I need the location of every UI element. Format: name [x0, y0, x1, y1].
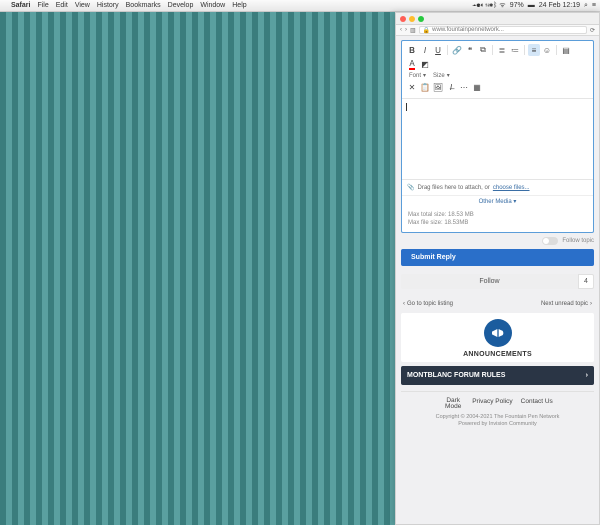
- text-cursor: [406, 103, 407, 111]
- copyright-text: Copyright © 2004-2021 The Fountain Pen N…: [403, 414, 592, 421]
- sidebar-icon[interactable]: ▥: [410, 27, 416, 34]
- menu-edit[interactable]: Edit: [56, 2, 68, 9]
- topic-nav: ‹ Go to topic listing Next unread topic …: [401, 295, 594, 313]
- window-titlebar[interactable]: [396, 13, 599, 25]
- safari-window: ‹ › ▥ 🔒 www.fountainpennetwork... ⟳ B I …: [395, 12, 600, 525]
- menu-window[interactable]: Window: [200, 2, 225, 9]
- chevron-right-icon: ›: [586, 372, 588, 379]
- editor-textarea[interactable]: [402, 99, 593, 179]
- desktop: ‹ › ▥ 🔒 www.fountainpennetwork... ⟳ B I …: [0, 12, 600, 525]
- battery-icon: ▬: [528, 2, 535, 9]
- align-icon[interactable]: ≡: [528, 44, 540, 56]
- insert-icon[interactable]: ▦: [471, 81, 483, 93]
- bgcolor-icon[interactable]: ◩: [419, 58, 431, 70]
- zoom-icon[interactable]: [418, 16, 424, 22]
- list-ul-icon[interactable]: ≣: [496, 44, 508, 56]
- link-icon[interactable]: 🔗: [451, 44, 463, 56]
- reload-icon[interactable]: ⟳: [590, 27, 595, 34]
- clipboard-icon[interactable]: 📋: [419, 81, 431, 93]
- announcements-card: ANNOUNCEMENTS: [401, 313, 594, 362]
- list-ol-icon[interactable]: ≔: [509, 44, 521, 56]
- remove-format-icon[interactable]: ✕: [406, 81, 418, 93]
- close-icon[interactable]: [400, 16, 406, 22]
- strike-icon[interactable]: I̶: [445, 81, 457, 93]
- forward-icon[interactable]: ›: [405, 27, 407, 33]
- code-icon[interactable]: ⧉: [477, 44, 489, 56]
- underline-icon[interactable]: U: [432, 44, 444, 56]
- announcements-heading: ANNOUNCEMENTS: [405, 351, 590, 358]
- max-file: Max file size: 18.53MB: [408, 219, 587, 227]
- emoji-icon[interactable]: ☺: [541, 44, 553, 56]
- follow-topic-row: Follow topic: [401, 237, 594, 245]
- follower-count[interactable]: 4: [578, 274, 594, 289]
- menu-bookmarks[interactable]: Bookmarks: [126, 2, 161, 9]
- menu-history[interactable]: History: [97, 2, 119, 9]
- dark-mode-link[interactable]: Dark Mode: [442, 398, 464, 411]
- follow-bar: Follow 4: [401, 274, 594, 289]
- page-footer: Dark Mode Privacy Policy Contact Us Copy…: [401, 391, 594, 430]
- menu-icon[interactable]: ≡: [592, 2, 596, 9]
- other-media-button[interactable]: Other Media ▾: [402, 195, 593, 207]
- separator: [447, 45, 448, 55]
- submit-reply-button[interactable]: Submit Reply: [401, 249, 594, 266]
- menu-develop[interactable]: Develop: [168, 2, 194, 9]
- next-unread-link[interactable]: Next unread topic ›: [541, 301, 592, 307]
- follow-label: Follow topic: [562, 238, 594, 244]
- macos-menubar: Safari File Edit View History Bookmarks …: [0, 0, 600, 12]
- size-select[interactable]: Size ▾: [430, 72, 453, 79]
- powered-text: Powered by Invision Community: [403, 421, 592, 428]
- forum-rules-link[interactable]: MONTBLANC FORUM RULES ›: [401, 366, 594, 385]
- menu-help[interactable]: Help: [232, 2, 246, 9]
- search-icon[interactable]: ⌕: [584, 2, 588, 10]
- font-select[interactable]: Font ▾: [406, 72, 429, 79]
- back-icon[interactable]: ‹: [400, 27, 402, 33]
- url-text: www.fountainpennetwork...: [432, 27, 504, 33]
- minimize-icon[interactable]: [409, 16, 415, 22]
- italic-icon[interactable]: I: [419, 44, 431, 56]
- textcolor-icon[interactable]: A: [406, 58, 418, 70]
- paperclip-icon: 📎: [407, 184, 414, 191]
- quote-icon[interactable]: ❝: [464, 44, 476, 56]
- follow-button[interactable]: Follow: [401, 274, 578, 289]
- more-icon[interactable]: ⋯: [458, 81, 470, 93]
- upload-limits: Max total size: 18.53 MB Max file size: …: [402, 207, 593, 232]
- image-icon[interactable]: 🖼: [432, 81, 444, 93]
- separator: [524, 45, 525, 55]
- attachment-bar[interactable]: 📎 Drag files here to attach, or choose f…: [402, 179, 593, 195]
- separator: [492, 45, 493, 55]
- choose-files-link[interactable]: choose files...: [493, 185, 530, 191]
- lock-icon: 🔒: [423, 27, 430, 34]
- editor-toolbar: B I U 🔗 ❝ ⧉ ≣ ≔ ≡ ☺ ▤: [402, 41, 593, 99]
- menu-view[interactable]: View: [75, 2, 90, 9]
- attach-text: Drag files here to attach, or: [417, 185, 489, 191]
- menu-file[interactable]: File: [37, 2, 48, 9]
- max-total: Max total size: 18.53 MB: [408, 211, 587, 219]
- reply-editor: B I U 🔗 ❝ ⧉ ≣ ≔ ≡ ☺ ▤: [401, 40, 594, 233]
- app-name[interactable]: Safari: [11, 2, 30, 9]
- clock: 24 Feb 12:19: [539, 2, 580, 9]
- privacy-link[interactable]: Privacy Policy: [472, 398, 512, 411]
- page-content: B I U 🔗 ❝ ⧉ ≣ ≔ ≡ ☺ ▤: [396, 36, 599, 524]
- contact-link[interactable]: Contact Us: [521, 398, 553, 411]
- preview-icon[interactable]: ▤: [560, 44, 572, 56]
- url-field[interactable]: 🔒 www.fountainpennetwork...: [419, 26, 587, 34]
- back-to-listing-link[interactable]: ‹ Go to topic listing: [403, 301, 453, 307]
- megaphone-icon: [484, 319, 512, 347]
- status-icons: ☁⚈◐⇅✱ᛒ ᯤ: [472, 1, 506, 10]
- bold-icon[interactable]: B: [406, 44, 418, 56]
- browser-toolbar: ‹ › ▥ 🔒 www.fountainpennetwork... ⟳: [396, 25, 599, 36]
- follow-toggle[interactable]: [542, 237, 558, 245]
- battery-pct: 97%: [510, 2, 524, 9]
- separator: [556, 45, 557, 55]
